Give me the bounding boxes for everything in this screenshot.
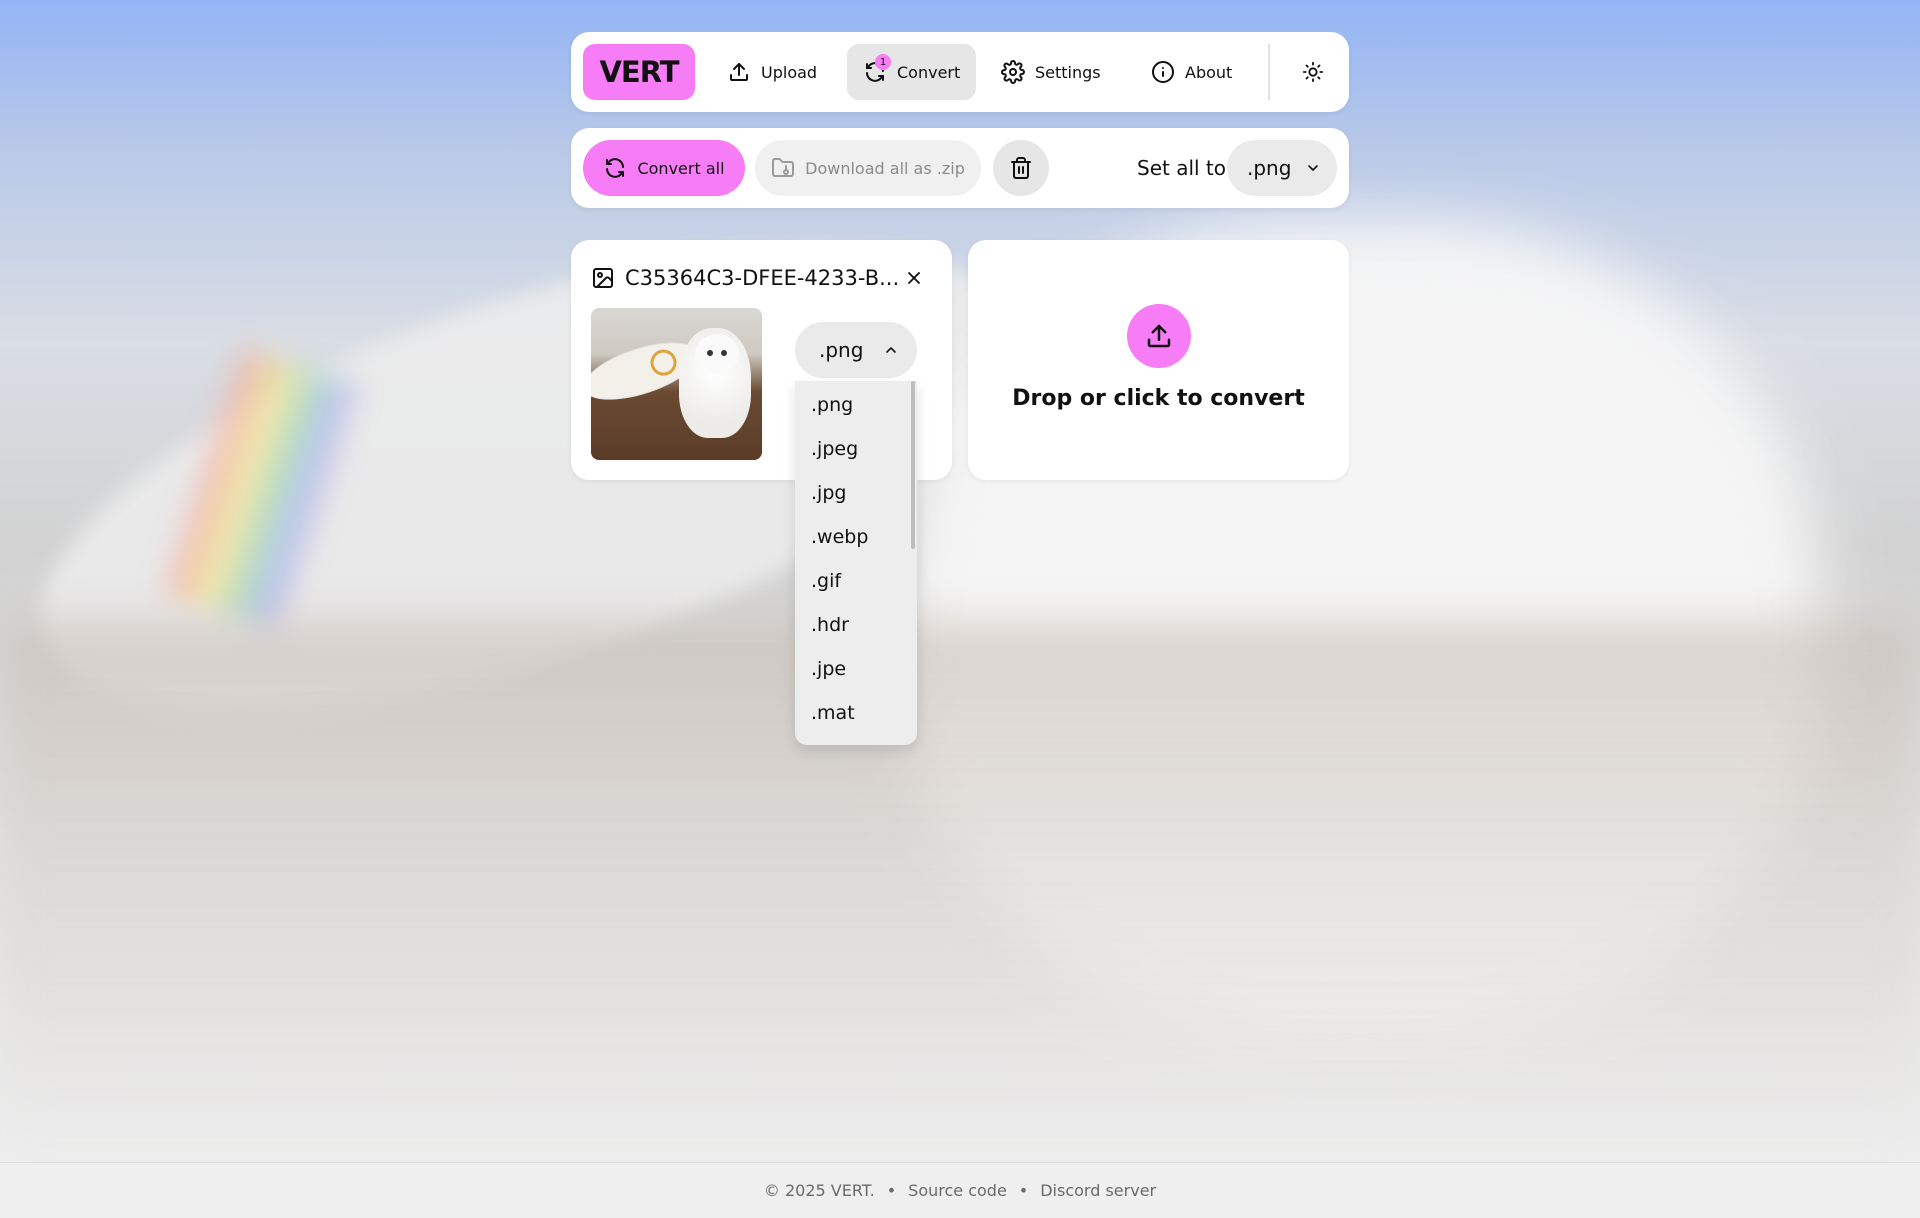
format-option[interactable]: .jpe (811, 647, 846, 691)
footer-discord-link[interactable]: Discord server (1040, 1181, 1156, 1200)
info-icon (1152, 61, 1174, 83)
convert-count-badge: 1 (875, 54, 891, 70)
format-option[interactable]: .webp (811, 515, 868, 559)
nav-settings[interactable]: Settings (985, 44, 1117, 100)
trash-icon (1011, 157, 1031, 179)
nav-settings-label: Settings (1035, 62, 1101, 82)
set-all-format-value: .png (1247, 156, 1292, 180)
download-all-label: Download all as .zip (805, 158, 965, 178)
drop-zone-label: Drop or click to convert (1012, 386, 1305, 411)
chevron-down-icon (1308, 165, 1318, 171)
download-all-zip-button[interactable]: Download all as .zip (755, 140, 981, 196)
nav-divider (1268, 44, 1270, 100)
nav-upload[interactable]: Upload (711, 44, 833, 100)
thumbnail-dog-head (695, 334, 739, 374)
close-icon (908, 272, 920, 284)
bulk-actions-toolbar: Convert all Download all as .zip Set all… (571, 128, 1349, 208)
nav-about[interactable]: About (1135, 44, 1248, 100)
gear-icon (1001, 60, 1025, 84)
convert-all-label: Convert all (637, 158, 725, 178)
image-file-icon (593, 268, 613, 288)
file-format-value: .png (819, 338, 864, 362)
footer-separator: • (1018, 1181, 1029, 1200)
set-all-label: Set all to (1137, 156, 1227, 180)
nav-upload-label: Upload (761, 62, 818, 82)
dropdown-scrollbar[interactable] (911, 381, 915, 549)
file-thumbnail (591, 308, 762, 460)
format-dropdown-menu: .png .jpeg .jpg .webp .gif .hdr .jpe .ma… (795, 381, 917, 745)
footer-copyright: © 2025 VERT. (763, 1181, 875, 1200)
upload-icon (730, 63, 748, 81)
delete-all-button[interactable] (993, 140, 1049, 196)
format-option[interactable]: .mat (811, 691, 855, 735)
nav-convert-label: Convert (897, 62, 961, 82)
drop-zone[interactable]: Drop or click to convert (968, 240, 1349, 480)
format-option[interactable]: .hdr (811, 603, 849, 647)
page-footer: © 2025 VERT. • Source code • Discord ser… (0, 1162, 1920, 1218)
background-sofa (0, 620, 1920, 1160)
file-name: C35364C3-DFEE-4233-B... (625, 266, 900, 290)
sun-icon (1302, 61, 1324, 83)
thumbnail-dog-eye (721, 350, 727, 356)
format-option[interactable]: .jpg (811, 471, 846, 515)
format-option[interactable]: .png (811, 383, 853, 427)
theme-toggle-button[interactable] (1293, 52, 1333, 92)
nav-convert[interactable]: 1 Convert (847, 44, 977, 100)
convert-all-button[interactable]: Convert all (583, 140, 745, 196)
set-all-format-select[interactable]: .png (1227, 140, 1337, 196)
remove-file-button[interactable] (900, 264, 928, 292)
format-option[interactable]: .jpeg (811, 427, 858, 471)
vert-logo[interactable]: VERT (583, 44, 695, 100)
upload-icon (1147, 324, 1171, 348)
thumbnail-dog-eye (707, 350, 713, 356)
footer-separator: • (886, 1181, 897, 1200)
drop-upload-button[interactable] (1127, 304, 1191, 368)
file-format-select[interactable]: .png (795, 322, 917, 378)
file-header: C35364C3-DFEE-4233-B... (591, 262, 899, 294)
thumbnail-sun-graphic (647, 346, 680, 380)
nav-about-label: About (1185, 62, 1233, 82)
folder-archive-icon (772, 158, 795, 177)
format-option[interactable]: .gif (811, 559, 841, 603)
footer-source-link[interactable]: Source code (908, 1181, 1007, 1200)
top-navigation: VERT Upload 1 Convert Settings About (571, 32, 1349, 112)
chevron-up-icon (886, 347, 896, 353)
convert-icon (606, 158, 625, 178)
